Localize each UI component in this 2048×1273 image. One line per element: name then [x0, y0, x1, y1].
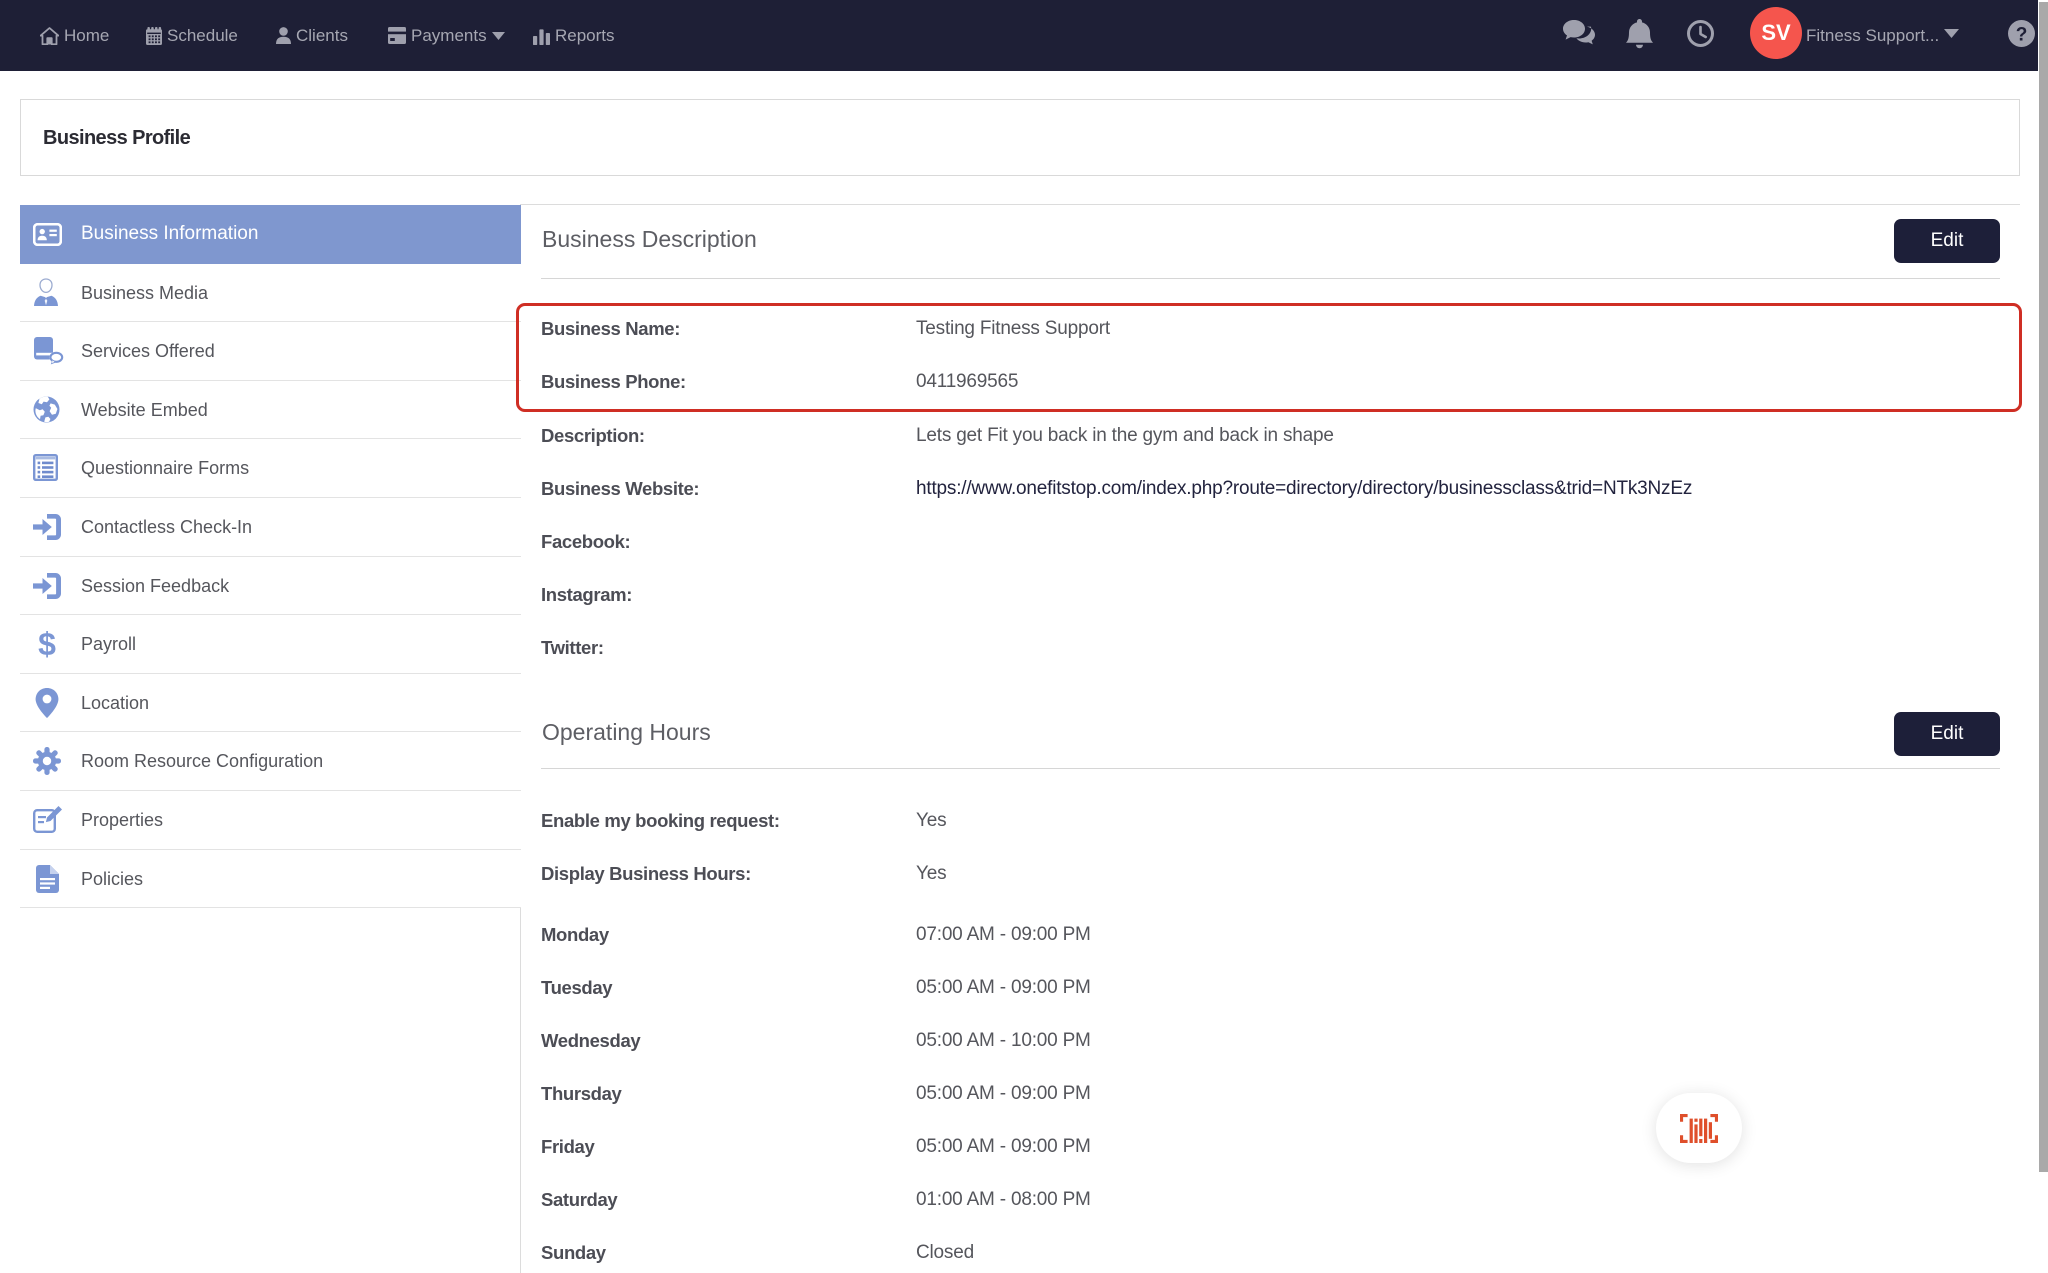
svg-text:$: $	[38, 628, 56, 660]
svg-text:?: ?	[2016, 25, 2028, 46]
